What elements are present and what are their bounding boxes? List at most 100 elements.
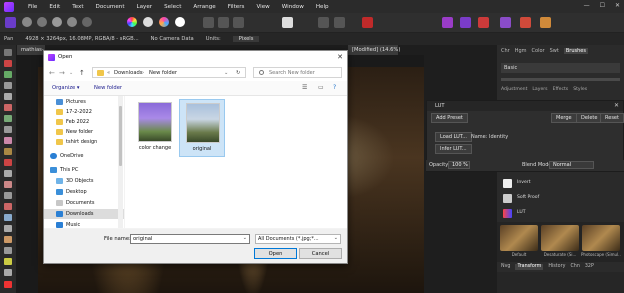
nav-item-tshirt-design[interactable]: tshirt design: [44, 137, 124, 147]
help-icon[interactable]: ?: [333, 84, 336, 91]
nav-item-documents[interactable]: Documents: [44, 198, 124, 208]
freehand-select-icon[interactable]: [4, 126, 12, 133]
inpainting-brush-icon[interactable]: [4, 225, 12, 232]
lut-preset-thumb[interactable]: [541, 225, 579, 251]
nav-item-downloads[interactable]: Downloads: [44, 209, 124, 219]
color-wheel-icon[interactable]: [127, 17, 137, 27]
back-arrow-icon[interactable]: ←: [49, 69, 55, 77]
brush-size-slider[interactable]: [501, 78, 620, 81]
file-name-input[interactable]: original ⌄: [130, 234, 250, 244]
tab-brushes[interactable]: Brushes: [563, 48, 588, 54]
tab-effects[interactable]: Effects: [553, 87, 569, 92]
toolbar-extra-icon[interactable]: [500, 17, 511, 28]
menu-window[interactable]: Window: [282, 4, 304, 10]
auto-colors-icon[interactable]: [159, 17, 169, 27]
menu-filters[interactable]: Filters: [228, 4, 245, 10]
tab-32p[interactable]: 32P: [585, 264, 594, 270]
paint-brush-icon[interactable]: [4, 137, 12, 144]
persona-photo-icon[interactable]: [5, 17, 16, 28]
tab-navigator[interactable]: Nvg: [501, 264, 510, 270]
color-picker-tool-icon[interactable]: [4, 71, 12, 78]
navigation-scrollbar[interactable]: [118, 96, 123, 228]
recent-chevron-icon[interactable]: ⌄: [69, 70, 73, 76]
color-swatch-icon[interactable]: [4, 281, 12, 288]
lut-preset-thumb[interactable]: [582, 225, 620, 251]
layer-item[interactable]: Invert: [499, 177, 622, 190]
document-tab[interactable]: mathias-...: [17, 45, 49, 55]
breadcrumb-new-folder[interactable]: New folder: [149, 70, 177, 76]
layer-item[interactable]: LUT: [499, 207, 622, 220]
tab-channels[interactable]: Chr: [501, 48, 510, 54]
open-button[interactable]: Open: [254, 248, 297, 259]
erase-brush-icon[interactable]: [4, 159, 12, 166]
tab-layers[interactable]: Layers: [532, 87, 547, 92]
nav-item-this-pc[interactable]: This PC: [44, 165, 124, 175]
address-dropdown-icon[interactable]: ⌄: [224, 70, 228, 76]
new-folder-button[interactable]: New folder: [94, 85, 122, 91]
dialog-close-button[interactable]: ✕: [337, 53, 343, 61]
opacity-input[interactable]: 100 %: [448, 161, 470, 169]
auto-white-balance-icon[interactable]: [175, 17, 185, 27]
tab-swatches[interactable]: Swt: [550, 48, 559, 54]
merge-button[interactable]: Merge: [551, 113, 577, 123]
snapping-icon[interactable]: [362, 17, 373, 28]
tab-histogram[interactable]: Hgm: [515, 48, 527, 54]
selection-mode-icon[interactable]: [203, 17, 214, 28]
mode-icon[interactable]: [478, 17, 489, 28]
nav-item-pictures[interactable]: Pictures: [44, 97, 124, 107]
menu-file[interactable]: File: [28, 4, 37, 10]
menu-arrange[interactable]: Arrange: [193, 4, 215, 10]
menu-text[interactable]: Text: [72, 4, 83, 10]
nav-item-desktop[interactable]: Desktop: [44, 187, 124, 197]
selection-add-icon[interactable]: [233, 17, 244, 28]
minimize-button[interactable]: —: [584, 2, 590, 9]
clone-brush-icon[interactable]: [4, 203, 12, 210]
pen-tool-icon[interactable]: [4, 236, 12, 243]
dodge-brush-icon[interactable]: [4, 192, 12, 199]
menu-help[interactable]: Help: [316, 4, 329, 10]
nav-item-3d-objects[interactable]: 3D Objects: [44, 176, 124, 186]
scrollbar-thumb[interactable]: [119, 106, 122, 166]
tab-history[interactable]: History: [548, 264, 565, 270]
selection-brush-icon[interactable]: [4, 93, 12, 100]
persona-tone-map-icon[interactable]: [52, 17, 62, 27]
address-bar[interactable]: « Downloads › New folder ⌄ ↻: [92, 67, 246, 78]
quick-mask-icon[interactable]: [282, 17, 293, 28]
toolbar-extra-3-icon[interactable]: [540, 17, 551, 28]
search-input[interactable]: Search New folder: [253, 67, 342, 78]
auto-levels-icon[interactable]: [143, 17, 153, 27]
up-arrow-icon[interactable]: ↑: [79, 69, 85, 77]
flood-fill-icon[interactable]: [4, 170, 12, 177]
organize-button[interactable]: Organize ▾: [52, 85, 80, 91]
persona-develop-icon[interactable]: [37, 17, 47, 27]
forward-arrow-icon[interactable]: →: [59, 69, 65, 77]
straighten-icon[interactable]: [318, 17, 329, 28]
menu-layer[interactable]: Layer: [137, 4, 153, 10]
view-tool-icon[interactable]: [4, 60, 12, 67]
delete-button[interactable]: Delete: [576, 113, 603, 123]
tab-color[interactable]: Color: [532, 48, 545, 54]
chevron-down-icon[interactable]: ⌄: [243, 235, 247, 241]
menu-view[interactable]: View: [256, 4, 269, 10]
document-tab-modified[interactable]: [Modified] (14.6%): [348, 45, 400, 55]
persona-liquify-icon[interactable]: [22, 17, 32, 27]
blur-brush-icon[interactable]: [4, 214, 12, 221]
cancel-button[interactable]: Cancel: [299, 248, 342, 259]
maximize-button[interactable]: ☐: [600, 2, 605, 9]
crop-tool-icon[interactable]: [4, 82, 12, 89]
shape-tool-icon[interactable]: [4, 247, 12, 254]
gradient-tool-icon[interactable]: [4, 181, 12, 188]
text-tool-icon[interactable]: [4, 258, 12, 265]
marquee-tool-icon[interactable]: [4, 115, 12, 122]
load-lut-button[interactable]: Load LUT...: [435, 132, 473, 142]
add-preset-button[interactable]: Add Preset: [431, 113, 468, 123]
persona-export-icon[interactable]: [67, 17, 77, 27]
tab-transform[interactable]: Transform: [515, 264, 544, 270]
file-item-selected[interactable]: original: [179, 99, 225, 157]
nav-item-new-folder[interactable]: New folder: [44, 127, 124, 137]
flood-select-icon[interactable]: [4, 104, 12, 111]
reset-button[interactable]: Reset: [600, 113, 624, 123]
view-options-icon[interactable]: ☰: [302, 84, 307, 91]
selection-intersect-icon[interactable]: [218, 17, 229, 28]
refresh-icon[interactable]: ↻: [236, 70, 240, 76]
